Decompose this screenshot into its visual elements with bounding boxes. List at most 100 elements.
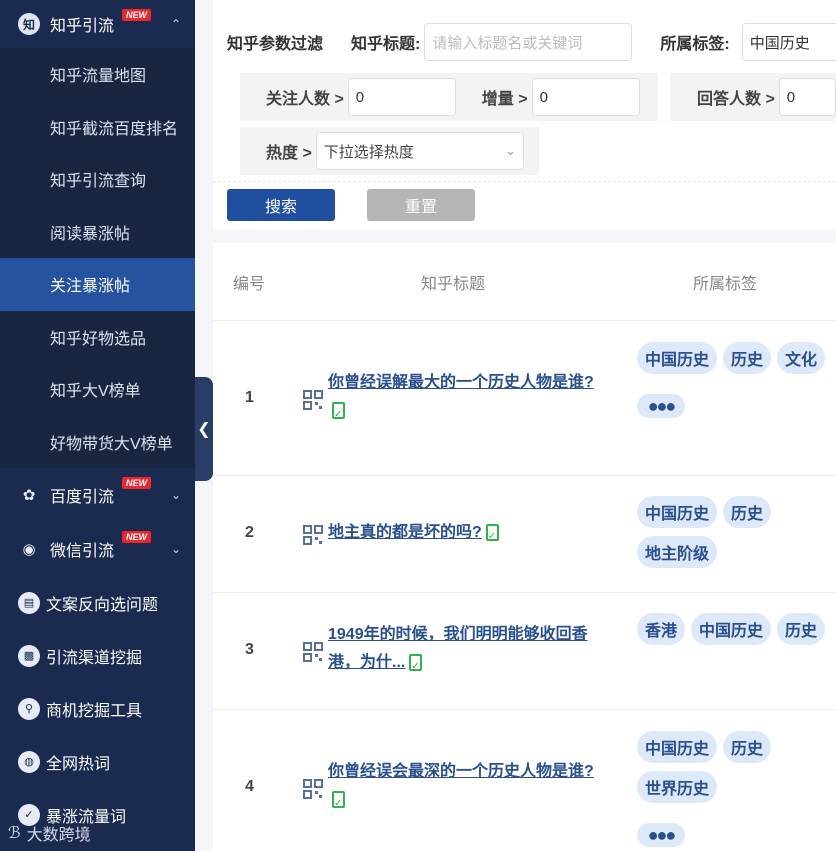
row-number: 3	[245, 641, 254, 658]
filter-section-title: 知乎参数过滤	[227, 36, 324, 53]
heat-filter-group: 热度 > 下拉选择热度 ⌄	[240, 127, 539, 175]
column-header-tags: 所属标签	[693, 275, 758, 293]
sidebar-item-follow-surge[interactable]: 关注暴涨帖	[0, 258, 195, 311]
tag-label: 所属标签:	[660, 36, 730, 53]
monitor-icon: ▩	[18, 644, 40, 667]
sidebar-item-traffic-map[interactable]: 知乎流量地图	[0, 48, 195, 101]
qr-code-icon[interactable]	[303, 390, 323, 410]
tag[interactable]: 中国历史	[637, 342, 718, 374]
table-row: 4 你曾经误会最深的一个历史人物是谁? 中国历史 历史 世界历史 ●●●	[213, 710, 836, 851]
paw-icon: ✿	[22, 487, 36, 504]
sidebar-item-label: 引流渠道挖掘	[46, 649, 143, 667]
row-number: 4	[245, 778, 254, 795]
chevron-down-icon: ⌄	[504, 143, 516, 158]
title-label: 知乎标题:	[351, 36, 421, 53]
sidebar-item-copy-reverse[interactable]: ▤ 文案反向选问题	[0, 576, 195, 629]
question-title: 你曾经误会最深的一个历史人物是谁?	[328, 763, 594, 780]
new-badge: NEW	[122, 531, 151, 543]
row-number: 2	[245, 524, 254, 541]
sidebar-submenu: 知乎流量地图 知乎截流百度排名 知乎引流查询 阅读暴涨帖 关注暴涨帖 知乎好物选…	[0, 48, 195, 468]
new-badge: NEW	[122, 477, 151, 489]
results-table: 编号 知乎标题 所属标签 1 你曾经误解最大的一个历史人物是谁? 中国历史 历史…	[213, 243, 836, 851]
table-row: 3 1949年的时候，我们明明能够收回香港，为什... 香港 中国历史 历史	[213, 593, 836, 710]
new-badge: NEW	[122, 9, 151, 21]
tag-list: 香港 中国历史 历史	[637, 613, 836, 645]
document-check-icon	[409, 653, 423, 681]
sidebar-item-channel-mining[interactable]: ▩ 引流渠道挖掘	[0, 629, 195, 682]
sidebar-item-hot-words[interactable]: ◍ 全网热词	[0, 735, 195, 788]
increase-label: 增量 >	[481, 91, 528, 108]
more-tags-button[interactable]: ●●●	[637, 394, 685, 418]
sidebar-group-zhihu[interactable]: 知 知乎引流 NEW ⌃	[0, 0, 195, 48]
sidebar-group-wechat[interactable]: ◉ 微信引流 NEW ⌄	[0, 522, 195, 576]
table-row: 2 地主真的都是坏的吗? 中国历史 历史 地主阶级	[213, 476, 836, 593]
qr-code-icon[interactable]	[303, 525, 323, 545]
watermark-logo-icon: ℬ	[8, 825, 21, 842]
table-header: 编号 知乎标题 所属标签	[213, 243, 836, 321]
filter-row-title: 知乎参数过滤 知乎标题: 请输入标题名或关键词 所属标签: 中国历史	[227, 23, 836, 61]
question-title: 地主真的都是坏的吗?	[328, 524, 482, 541]
search-icon: ⚲	[18, 697, 40, 720]
hot-icon: ◍	[18, 750, 40, 773]
heat-select-value: 下拉选择热度	[323, 143, 414, 161]
followers-label: 关注人数 >	[266, 91, 344, 108]
row-number: 1	[245, 389, 254, 406]
chevron-down-icon: ⌄	[170, 488, 181, 502]
question-title-link[interactable]: 1949年的时候，我们明明能够收回香港，为什...	[328, 621, 603, 681]
main-content: 知乎参数过滤 知乎标题: 请输入标题名或关键词 所属标签: 中国历史 关注人数 …	[213, 0, 836, 851]
qr-code-icon[interactable]	[303, 779, 323, 799]
sidebar-item-baidu-rank[interactable]: 知乎截流百度排名	[0, 101, 195, 154]
table-row: 1 你曾经误解最大的一个历史人物是谁? 中国历史 历史 文化 ●●●	[213, 321, 836, 476]
sidebar-collapse-button[interactable]: ❮	[195, 377, 213, 481]
column-header-title: 知乎标题	[421, 275, 486, 293]
sidebar-item-product-pick[interactable]: 知乎好物选品	[0, 311, 195, 364]
sidebar-group-label: 微信引流	[50, 543, 115, 560]
sidebar-item-label: 全网热词	[46, 755, 111, 773]
sidebar-group-label: 知乎引流	[50, 18, 115, 35]
tag[interactable]: 文化	[777, 342, 826, 374]
divider	[213, 181, 836, 182]
reset-button[interactable]: 重置	[367, 189, 475, 221]
tag[interactable]: 历史	[723, 496, 772, 528]
answers-input[interactable]: 0	[778, 78, 836, 116]
sidebar-group-baidu[interactable]: ✿ 百度引流 NEW ⌄	[0, 468, 195, 522]
tag[interactable]: 世界历史	[637, 771, 718, 803]
sidebar-item-read-surge[interactable]: 阅读暴涨帖	[0, 206, 195, 259]
increase-input[interactable]: 0	[531, 78, 640, 116]
sidebar-item-zhihu-query[interactable]: 知乎引流查询	[0, 153, 195, 206]
followers-filter-group: 关注人数 > 0 增量 > 0	[240, 73, 658, 121]
question-title-link[interactable]: 你曾经误会最深的一个历史人物是谁?	[328, 758, 608, 818]
document-check-icon	[332, 401, 345, 429]
tag-list: 中国历史 历史 地主阶级	[637, 496, 836, 568]
tag[interactable]: 历史	[777, 613, 826, 645]
sidebar-item-bigv-list[interactable]: 知乎大V榜单	[0, 363, 195, 416]
sidebar-item-label: 商机挖掘工具	[46, 702, 143, 720]
qr-code-icon[interactable]	[303, 642, 323, 662]
zhihu-icon: 知	[18, 13, 40, 35]
tag[interactable]: 中国历史	[637, 731, 718, 763]
tag[interactable]: 中国历史	[691, 613, 772, 645]
followers-input[interactable]: 0	[347, 78, 456, 116]
tag[interactable]: 香港	[637, 613, 686, 645]
document-check-icon	[485, 523, 499, 551]
tag[interactable]: 中国历史	[637, 496, 718, 528]
title-search-input[interactable]: 请输入标题名或关键词	[424, 23, 633, 61]
sidebar-item-opportunity-tool[interactable]: ⚲ 商机挖掘工具	[0, 682, 195, 735]
watermark-text: 大数跨境	[26, 827, 91, 844]
search-button[interactable]: 搜索	[227, 189, 335, 221]
more-tags-button[interactable]: ●●●	[637, 823, 685, 847]
sidebar-item-goods-bigv-list[interactable]: 好物带货大V榜单	[0, 416, 195, 469]
tag-list: 中国历史 历史 文化 ●●●	[637, 342, 836, 418]
tag-input[interactable]: 中国历史	[741, 23, 836, 61]
answers-label: 回答人数 >	[697, 91, 775, 108]
question-title-link[interactable]: 你曾经误解最大的一个历史人物是谁?	[328, 369, 608, 429]
tag[interactable]: 历史	[723, 731, 772, 763]
heat-select[interactable]: 下拉选择热度 ⌄	[315, 132, 524, 170]
tag[interactable]: 历史	[723, 342, 772, 374]
tag[interactable]: 地主阶级	[637, 536, 718, 568]
question-title: 1949年的时候，我们明明能够收回香港，为什...	[328, 626, 588, 671]
question-title-link[interactable]: 地主真的都是坏的吗?	[328, 519, 608, 551]
document-icon: ▤	[18, 591, 40, 614]
sidebar-item-label: 文案反向选问题	[46, 596, 159, 614]
column-header-num: 编号	[233, 275, 266, 293]
